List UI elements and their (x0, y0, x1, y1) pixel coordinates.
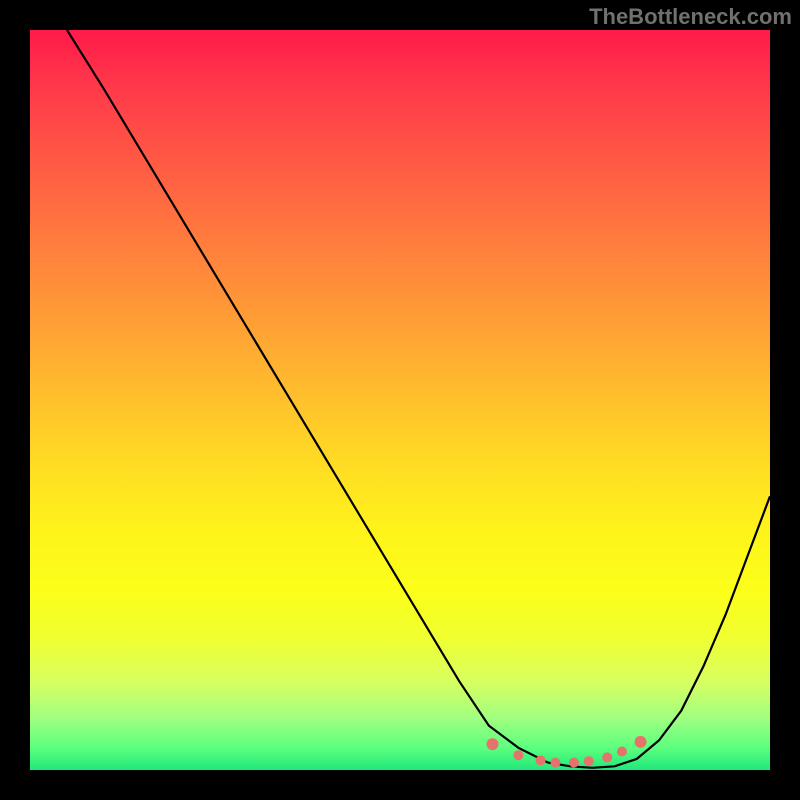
marker-dot (569, 758, 579, 768)
marker-dot (536, 755, 546, 765)
marker-dot (550, 758, 560, 768)
chart-plot-area (30, 30, 770, 770)
chart-svg (30, 30, 770, 770)
marker-dot (513, 750, 523, 760)
marker-dot (487, 738, 499, 750)
watermark-text: TheBottleneck.com (589, 4, 792, 30)
marker-dot (602, 752, 612, 762)
marker-dot (584, 756, 594, 766)
marker-dot (617, 747, 627, 757)
marker-dot (635, 736, 647, 748)
curve-line (67, 30, 770, 768)
